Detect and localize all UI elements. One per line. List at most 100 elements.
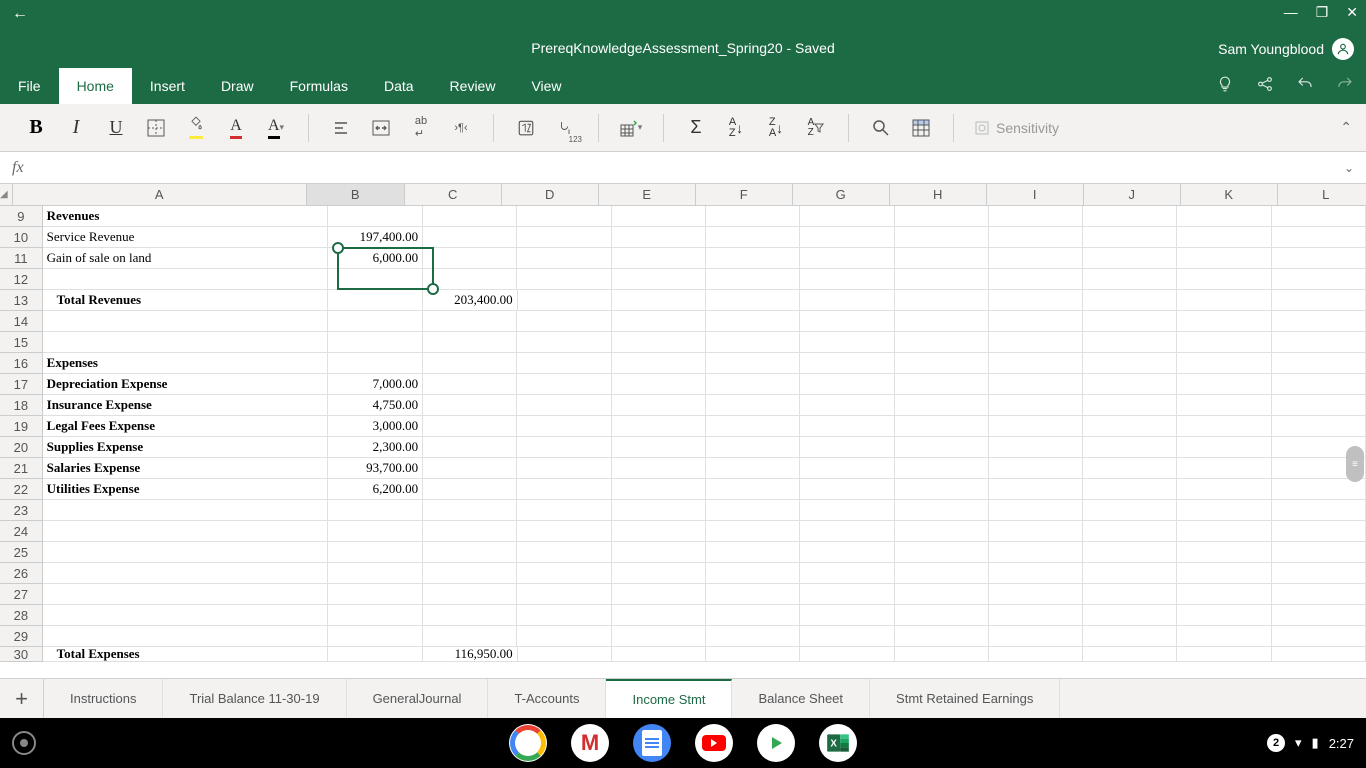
sheet-tab-instructions[interactable]: Instructions xyxy=(44,679,163,718)
collapse-ribbon-icon[interactable]: ⌃ xyxy=(1340,119,1352,136)
column-header-D[interactable]: D xyxy=(502,184,599,205)
cell-H23[interactable] xyxy=(895,500,989,521)
cell-G24[interactable] xyxy=(800,521,894,542)
row-header-18[interactable]: 18 xyxy=(0,395,43,416)
cell-I27[interactable] xyxy=(989,584,1083,605)
cell-B19[interactable]: 3,000.00 xyxy=(328,416,423,437)
cell-L10[interactable] xyxy=(1272,227,1366,248)
cell-B22[interactable]: 6,200.00 xyxy=(328,479,423,500)
column-header-J[interactable]: J xyxy=(1084,184,1181,205)
cell-J17[interactable] xyxy=(1083,374,1177,395)
cell-A28[interactable] xyxy=(43,605,328,626)
cell-G10[interactable] xyxy=(800,227,894,248)
row-header-11[interactable]: 11 xyxy=(0,248,43,269)
cell-L28[interactable] xyxy=(1272,605,1366,626)
cell-E20[interactable] xyxy=(612,437,706,458)
docs-icon[interactable] xyxy=(633,724,671,762)
cell-J22[interactable] xyxy=(1083,479,1177,500)
cell-D12[interactable] xyxy=(517,269,611,290)
sheet-tab-generaljournal[interactable]: GeneralJournal xyxy=(347,679,489,718)
cell-A27[interactable] xyxy=(43,584,328,605)
cell-J28[interactable] xyxy=(1083,605,1177,626)
sheet-tab-income-stmt[interactable]: Income Stmt xyxy=(606,679,732,718)
cell-C26[interactable] xyxy=(423,563,517,584)
cell-B23[interactable] xyxy=(328,500,423,521)
cell-L26[interactable] xyxy=(1272,563,1366,584)
cell-E14[interactable] xyxy=(612,311,706,332)
cell-J24[interactable] xyxy=(1083,521,1177,542)
cell-K10[interactable] xyxy=(1177,227,1271,248)
cell-J23[interactable] xyxy=(1083,500,1177,521)
cell-H14[interactable] xyxy=(895,311,989,332)
cell-E16[interactable] xyxy=(612,353,706,374)
cell-F21[interactable] xyxy=(706,458,800,479)
cell-B27[interactable] xyxy=(328,584,423,605)
cell-L19[interactable] xyxy=(1272,416,1366,437)
sheet-tab-stmt-retained-earnings[interactable]: Stmt Retained Earnings xyxy=(870,679,1060,718)
cell-I21[interactable] xyxy=(989,458,1083,479)
italic-button[interactable]: I xyxy=(62,114,90,142)
table-format-button[interactable] xyxy=(907,114,935,142)
sheet-tab-t-accounts[interactable]: T-Accounts xyxy=(488,679,606,718)
cell-A24[interactable] xyxy=(43,521,328,542)
cell-C14[interactable] xyxy=(423,311,517,332)
cell-F11[interactable] xyxy=(706,248,800,269)
align-button[interactable] xyxy=(327,114,355,142)
cell-A23[interactable] xyxy=(43,500,328,521)
cell-C10[interactable] xyxy=(423,227,517,248)
cell-J21[interactable] xyxy=(1083,458,1177,479)
cell-D23[interactable] xyxy=(517,500,611,521)
cell-D24[interactable] xyxy=(517,521,611,542)
cell-F13[interactable] xyxy=(706,290,800,311)
cell-G22[interactable] xyxy=(800,479,894,500)
cell-B28[interactable] xyxy=(328,605,423,626)
cell-C23[interactable] xyxy=(423,500,517,521)
cell-C27[interactable] xyxy=(423,584,517,605)
cell-L23[interactable] xyxy=(1272,500,1366,521)
cell-F9[interactable] xyxy=(706,206,800,227)
system-tray[interactable]: 2 ▾ ▮ 2:27 xyxy=(1267,734,1354,752)
cell-C9[interactable] xyxy=(423,206,517,227)
cell-K18[interactable] xyxy=(1177,395,1271,416)
cell-G11[interactable] xyxy=(800,248,894,269)
cell-D13[interactable] xyxy=(518,290,612,311)
cell-J25[interactable] xyxy=(1083,542,1177,563)
cell-H18[interactable] xyxy=(895,395,989,416)
cell-G18[interactable] xyxy=(800,395,894,416)
merge-button[interactable] xyxy=(367,114,395,142)
cell-G20[interactable] xyxy=(800,437,894,458)
cell-B26[interactable] xyxy=(328,563,423,584)
cell-I29[interactable] xyxy=(989,626,1083,647)
column-header-B[interactable]: B xyxy=(307,184,405,205)
cell-F23[interactable] xyxy=(706,500,800,521)
cell-A22[interactable]: Utilities Expense xyxy=(43,479,328,500)
autosum-button[interactable]: Σ xyxy=(682,114,710,142)
cell-A17[interactable]: Depreciation Expense xyxy=(43,374,328,395)
borders-button[interactable] xyxy=(142,114,170,142)
tab-file[interactable]: File xyxy=(0,68,59,104)
restore-icon[interactable]: ❐ xyxy=(1316,4,1329,21)
formula-bar[interactable]: fx ⌄ xyxy=(0,152,1366,184)
cell-A16[interactable]: Expenses xyxy=(43,353,328,374)
cell-E17[interactable] xyxy=(612,374,706,395)
cell-K23[interactable] xyxy=(1177,500,1271,521)
row-header-27[interactable]: 27 xyxy=(0,584,43,605)
cell-K14[interactable] xyxy=(1177,311,1271,332)
cell-G26[interactable] xyxy=(800,563,894,584)
cell-K19[interactable] xyxy=(1177,416,1271,437)
cell-J29[interactable] xyxy=(1083,626,1177,647)
cell-J18[interactable] xyxy=(1083,395,1177,416)
cell-I15[interactable] xyxy=(989,332,1083,353)
bold-button[interactable]: B xyxy=(22,114,50,142)
cell-D21[interactable] xyxy=(517,458,611,479)
cell-D30[interactable] xyxy=(518,647,612,662)
row-header-22[interactable]: 22 xyxy=(0,479,43,500)
sort-desc-button[interactable]: ZA↓ xyxy=(762,114,790,142)
row-header-16[interactable]: 16 xyxy=(0,353,43,374)
battery-icon[interactable]: ▮ xyxy=(1312,735,1319,751)
cell-L13[interactable] xyxy=(1272,290,1366,311)
cell-F30[interactable] xyxy=(706,647,800,662)
tab-data[interactable]: Data xyxy=(366,68,432,104)
cell-H13[interactable] xyxy=(895,290,989,311)
row-header-21[interactable]: 21 xyxy=(0,458,43,479)
